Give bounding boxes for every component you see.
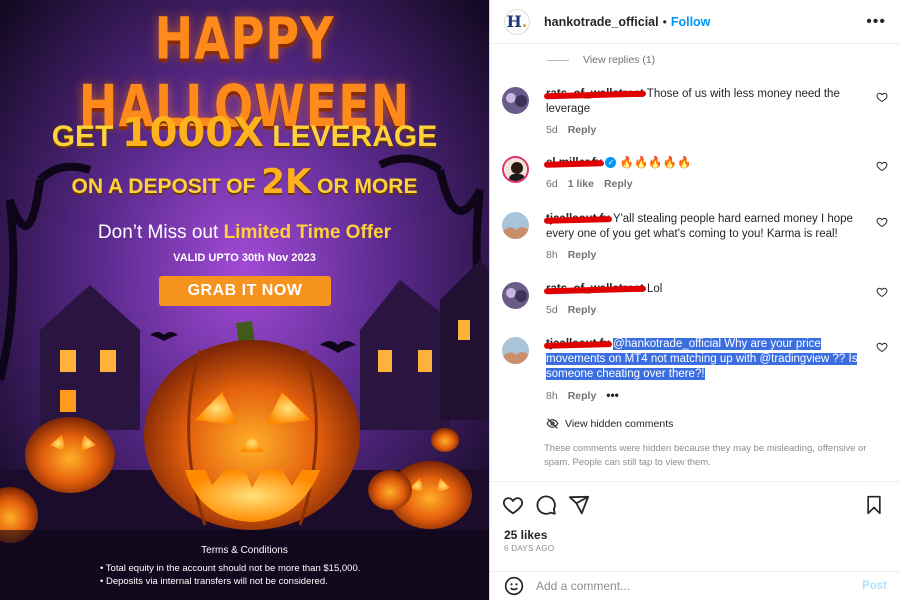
likes-count[interactable]: 25 likes bbox=[504, 528, 547, 542]
emoji-icon[interactable] bbox=[504, 576, 524, 596]
offer-deposit-post: OR MORE bbox=[311, 175, 418, 198]
comment-meta: 5d Reply bbox=[546, 303, 864, 318]
post-actions bbox=[490, 481, 900, 526]
comment-age: 5d bbox=[546, 304, 558, 316]
offer-deposit-amount: 2K bbox=[261, 162, 312, 202]
hidden-comments-note: These comments were hidden because they … bbox=[544, 443, 867, 468]
offer-limited: Don’t Miss out Limited Time Offer bbox=[0, 222, 489, 244]
comment-username[interactable]: tjcallsout.fx bbox=[543, 338, 612, 350]
comment-age: 5d bbox=[546, 124, 558, 136]
commenter-avatar[interactable] bbox=[502, 337, 529, 364]
reply-button[interactable]: Reply bbox=[568, 124, 597, 136]
offer-deposit: ON A DEPOSIT OF 2K OR MORE bbox=[0, 162, 489, 202]
more-options-icon[interactable]: ••• bbox=[866, 13, 886, 31]
share-send-icon[interactable] bbox=[568, 494, 590, 516]
commenter-avatar[interactable] bbox=[502, 212, 529, 239]
comment-body: tjcallsout.fx @hankotrade_official Why a… bbox=[543, 337, 864, 404]
comments-panel: H. hankotrade_official • Follow ••• View… bbox=[489, 0, 900, 600]
heart-icon[interactable] bbox=[876, 341, 888, 353]
comment-username[interactable]: el.miller.fx bbox=[543, 157, 605, 169]
avatar-image-icon bbox=[502, 87, 529, 114]
commenter-avatar[interactable] bbox=[502, 87, 529, 114]
comment-text: Lol bbox=[647, 283, 663, 295]
save-bookmark-icon[interactable] bbox=[864, 494, 884, 516]
profile-handle[interactable]: hankotrade_official bbox=[544, 15, 659, 29]
comment-age: 6d bbox=[546, 178, 558, 190]
offer-limited-pre: Don’t Miss out bbox=[97, 222, 224, 243]
heart-icon[interactable] bbox=[876, 216, 888, 228]
comment-age: 8h bbox=[546, 249, 558, 261]
post-age: 6 DAYS AGO bbox=[504, 544, 555, 553]
terms-list: Total equity in the account should not b… bbox=[100, 562, 420, 588]
like-heart-icon[interactable] bbox=[502, 494, 524, 516]
comment-body: tjcallsout.fx Y'all stealing people hard… bbox=[543, 212, 864, 263]
add-comment-row: Post bbox=[490, 571, 900, 600]
comment-username[interactable]: rats_of_wallstreet bbox=[543, 88, 646, 100]
heart-icon[interactable] bbox=[876, 160, 888, 172]
comment-text: 🔥🔥🔥🔥🔥 bbox=[619, 157, 692, 169]
reply-button[interactable]: Reply bbox=[568, 390, 597, 402]
reply-button[interactable]: Reply bbox=[568, 249, 597, 261]
comment-likes[interactable]: 1 like bbox=[568, 178, 594, 190]
grab-it-now-button: GRAB IT NOW bbox=[159, 276, 331, 306]
comment-body: el.miller.fx ✓ 🔥🔥🔥🔥🔥 6d 1 like Reply bbox=[543, 156, 864, 192]
avatar-image-icon bbox=[502, 212, 529, 239]
eye-off-icon bbox=[546, 418, 559, 429]
comments-list[interactable]: View replies (1) rats_of_wallstreet Thos… bbox=[490, 44, 900, 481]
comment-username[interactable]: tjcallsout.fx bbox=[543, 213, 612, 225]
terms-item: Deposits via internal transfers will not… bbox=[100, 575, 420, 588]
comment-body: rats_of_wallstreet Those of us with less… bbox=[543, 87, 864, 138]
comment-body: rats_of_wallstreet Lol 5d Reply bbox=[543, 282, 864, 318]
comment-meta: 8h Reply bbox=[546, 248, 864, 263]
comment-age: 8h bbox=[546, 390, 558, 402]
offer-leverage-pre: GET bbox=[51, 120, 122, 153]
verified-badge-icon: ✓ bbox=[605, 157, 617, 169]
terms-title: Terms & Conditions bbox=[201, 545, 288, 556]
add-comment-input[interactable] bbox=[536, 579, 863, 593]
view-hidden-comments-label: View hidden comments bbox=[565, 417, 674, 430]
post-image[interactable]: HAPPY HALLOWEEN GET 1000X LEVERAGE ON A … bbox=[0, 0, 489, 600]
offer-deposit-pre: ON A DEPOSIT OF bbox=[71, 175, 262, 198]
header-separator: • bbox=[662, 14, 667, 29]
heart-icon[interactable] bbox=[876, 91, 888, 103]
view-replies-link[interactable]: View replies (1) bbox=[547, 54, 655, 66]
offer-leverage: GET 1000X LEVERAGE bbox=[0, 110, 489, 156]
comment-username[interactable]: rats_of_wallstreet bbox=[543, 283, 646, 295]
reply-button[interactable]: Reply bbox=[604, 178, 633, 190]
terms-item: Total equity in the account should not b… bbox=[100, 562, 420, 575]
follow-button[interactable]: Follow bbox=[671, 15, 711, 29]
valid-until: VALID UPTO 30th Nov 2023 bbox=[173, 252, 316, 264]
avatar-image-icon bbox=[502, 282, 529, 309]
heart-icon[interactable] bbox=[876, 286, 888, 298]
comment-bubble-icon[interactable] bbox=[535, 494, 557, 516]
offer-leverage-post: LEVERAGE bbox=[263, 120, 438, 153]
commenter-avatar[interactable] bbox=[502, 156, 529, 183]
commenter-avatar[interactable] bbox=[502, 282, 529, 309]
comment-meta: 6d 1 like Reply bbox=[546, 177, 864, 192]
comment-options-icon[interactable]: ••• bbox=[606, 388, 619, 402]
post-header: H. hankotrade_official • Follow ••• bbox=[490, 0, 900, 44]
offer-leverage-amount: 1000X bbox=[121, 110, 264, 156]
reply-button[interactable]: Reply bbox=[568, 304, 597, 316]
avatar-image-icon bbox=[502, 337, 529, 364]
profile-avatar[interactable]: H. bbox=[504, 8, 530, 35]
avatar-image-icon bbox=[504, 158, 527, 181]
comment-meta: 5d Reply bbox=[546, 123, 864, 138]
post-comment-button[interactable]: Post bbox=[862, 580, 887, 592]
view-hidden-comments-link[interactable]: View hidden comments bbox=[546, 417, 673, 430]
offer-limited-bold: Limited Time Offer bbox=[223, 222, 392, 243]
comment-meta: 8h Reply ••• bbox=[546, 388, 864, 404]
